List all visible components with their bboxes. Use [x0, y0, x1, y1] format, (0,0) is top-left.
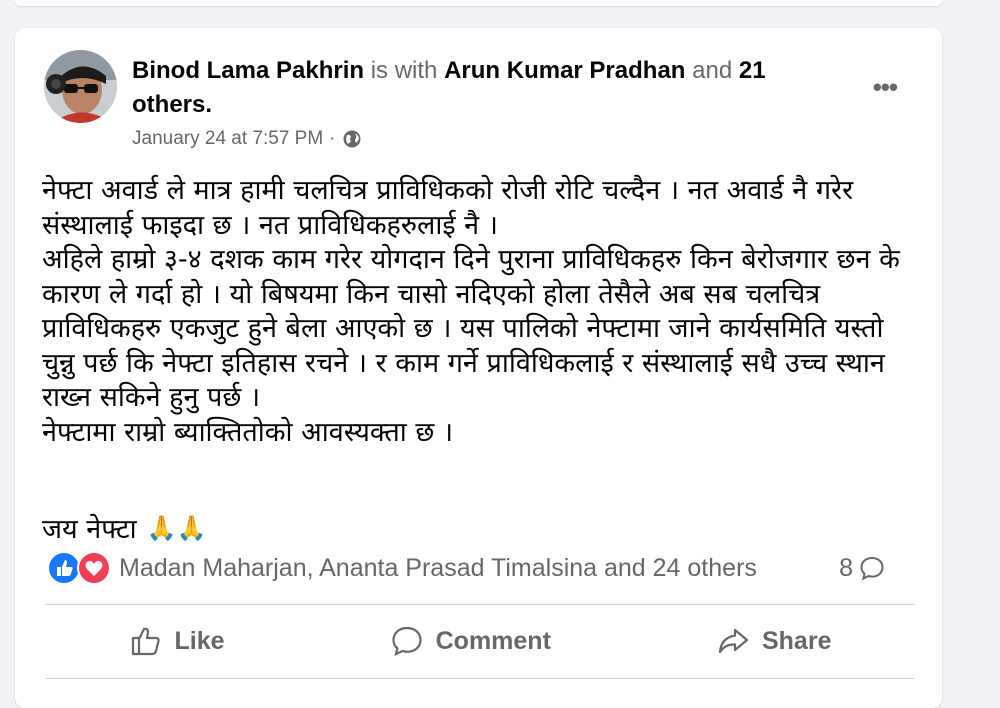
reaction-names[interactable]: Madan Maharjan, Ananta Prasad Timalsina … [119, 554, 757, 583]
post-body: नेफ्टा अवार्ड ले मात्र हामी चलचित्र प्रा… [42, 174, 922, 450]
comment-label: Comment [435, 626, 551, 655]
share-button[interactable]: Share [716, 624, 831, 658]
love-reaction-icon [77, 551, 111, 585]
post-card: Binod Lama Pakhrin is with Arun Kumar Pr… [15, 28, 942, 708]
post-paragraph: अहिले हाम्रो ३-४ दशक काम गरेर योगदान दिन… [42, 244, 900, 413]
reactions-bar: Madan Maharjan, Ananta Prasad Timalsina … [47, 548, 915, 588]
with-text: is with [370, 57, 438, 84]
actions-divider [46, 678, 914, 679]
more-options-icon[interactable]: ••• [873, 72, 898, 103]
author-avatar[interactable] [44, 50, 117, 123]
closing-text: जय नेफ्टा [42, 514, 137, 545]
and-text: and [692, 57, 733, 84]
comment-bubble-icon [860, 556, 884, 581]
reactions-divider [46, 604, 914, 605]
post-closing: जय नेफ्टा 🙏🙏 [42, 509, 206, 546]
globe-icon[interactable] [342, 129, 362, 149]
comment-count-number: 8 [839, 553, 853, 582]
action-bar: Like Comment Share [46, 614, 914, 668]
post-paragraph: नेफ्टा अवार्ड ले मात्र हामी चलचित्र प्रा… [42, 175, 854, 241]
post-meta: January 24 at 7:57 PM · [132, 128, 362, 150]
comments-count[interactable]: 8 [839, 548, 885, 588]
pray-emoji: 🙏🙏 [146, 513, 207, 542]
post-timestamp[interactable]: January 24 at 7:57 PM [132, 128, 323, 150]
like-button[interactable]: Like [129, 624, 225, 658]
author-name[interactable]: Binod Lama Pakhrin [132, 57, 364, 84]
thumbs-up-icon [131, 627, 160, 656]
post-header: Binod Lama Pakhrin is with Arun Kumar Pr… [132, 54, 832, 122]
post-paragraph: नेफ्टामा राम्रो ब्याक्तितोको आवस्यक्ता छ… [42, 416, 454, 448]
comment-icon [392, 626, 422, 656]
like-reaction-icon [47, 551, 81, 585]
like-label: Like [174, 626, 225, 655]
previous-post-bottom [15, 0, 942, 6]
comment-button[interactable]: Comment [390, 624, 551, 658]
meta-separator: · [329, 128, 336, 149]
avatar-photo [44, 50, 117, 123]
share-label: Share [761, 626, 832, 655]
tagged-person[interactable]: Arun Kumar Pradhan [444, 57, 685, 84]
share-icon [718, 628, 749, 654]
reaction-icons[interactable] [47, 551, 111, 585]
